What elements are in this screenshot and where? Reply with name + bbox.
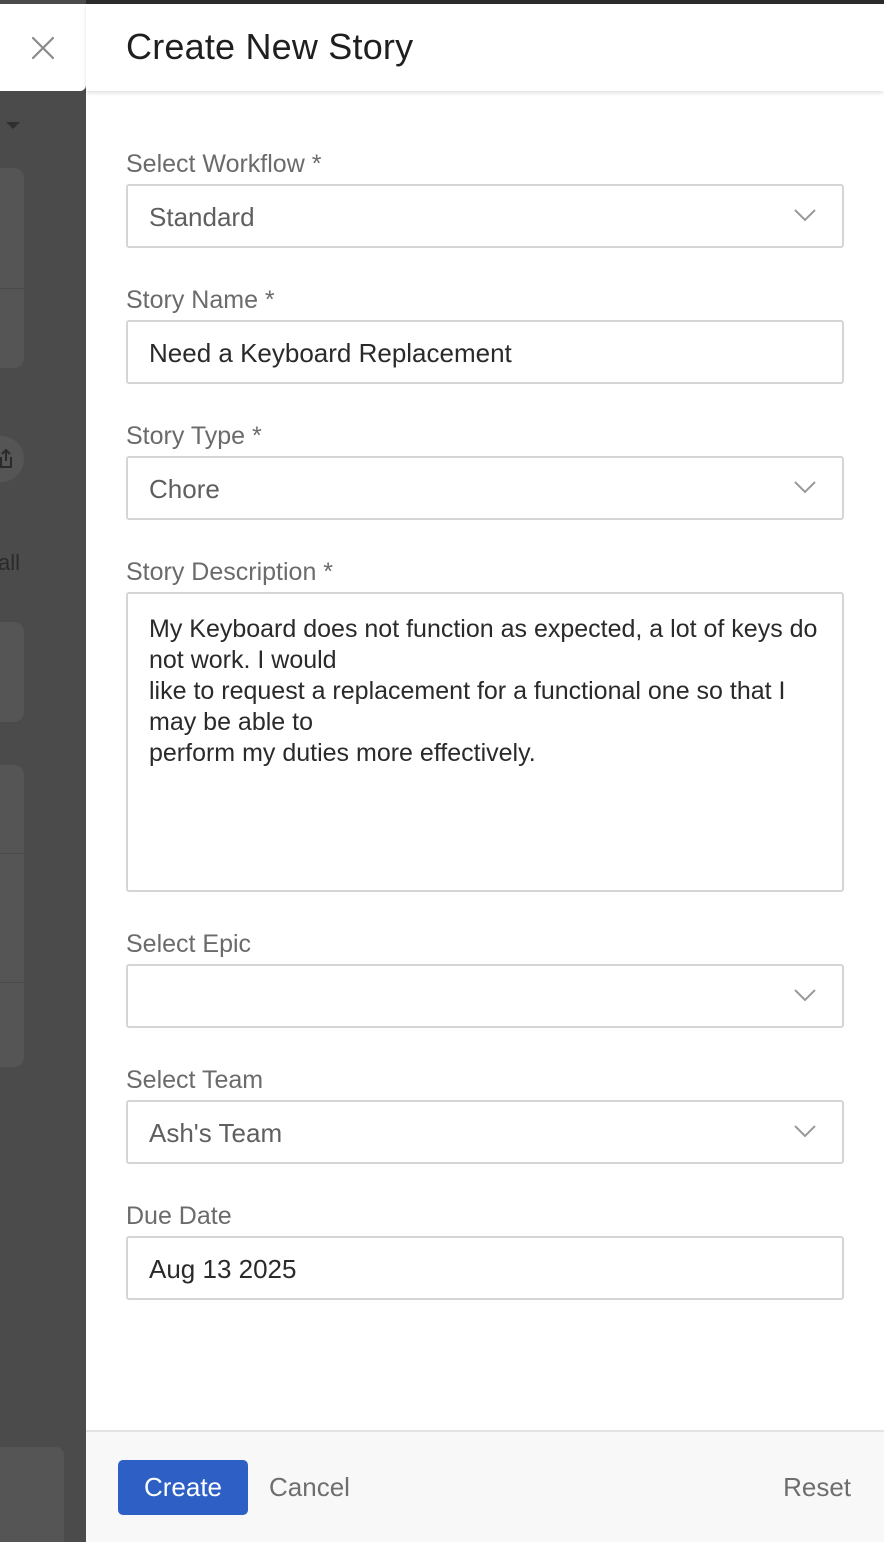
backdrop-card: [0, 168, 24, 368]
workflow-label: Select Workflow *: [126, 150, 322, 178]
reset-button[interactable]: Reset: [783, 1472, 851, 1503]
due-date-value: Aug 13 2025: [149, 1254, 297, 1284]
workflow-select[interactable]: Standard: [126, 184, 844, 248]
panel-title: Create New Story: [126, 26, 414, 67]
due-date-label: Due Date: [126, 1202, 232, 1230]
story-name-value: Need a Keyboard Replacement: [149, 338, 512, 368]
chevron-down-icon: [794, 209, 816, 222]
backdrop-partial-text: all: [0, 550, 21, 575]
backdrop-caret-icon: [6, 122, 20, 129]
story-description-value: My Keyboard does not function as expecte…: [149, 615, 818, 767]
due-date-input[interactable]: Aug 13 2025: [126, 1236, 844, 1300]
panel-footer: Create Cancel Reset: [86, 1430, 884, 1542]
cancel-button[interactable]: Cancel: [269, 1472, 350, 1503]
story-type-select-value: Chore: [149, 474, 220, 504]
epic-label: Select Epic: [126, 930, 252, 958]
backdrop-share-button: [0, 436, 24, 482]
create-story-panel: Create New Story Select Workflow * Stand…: [86, 4, 884, 1542]
story-name-input[interactable]: Need a Keyboard Replacement: [126, 320, 844, 384]
epic-select[interactable]: [126, 964, 844, 1028]
chevron-down-icon: [794, 481, 816, 494]
backdrop-overlay[interactable]: all: [0, 0, 86, 1542]
chevron-down-icon: [794, 989, 816, 1002]
story-description-textarea[interactable]: My Keyboard does not function as expecte…: [126, 592, 844, 892]
backdrop-card: [0, 622, 24, 722]
workflow-select-value: Standard: [149, 202, 255, 232]
team-select-value: Ash's Team: [149, 1118, 283, 1148]
story-type-select[interactable]: Chore: [126, 456, 844, 520]
chevron-down-icon: [794, 1125, 816, 1138]
backdrop-card: [0, 1447, 64, 1542]
close-icon: [31, 36, 55, 59]
story-name-label: Story Name *: [126, 286, 275, 314]
create-button[interactable]: Create: [118, 1460, 248, 1515]
share-icon: [0, 448, 12, 468]
panel-header: Create New Story: [86, 4, 884, 91]
close-button[interactable]: [0, 4, 86, 91]
story-description-label: Story Description *: [126, 558, 334, 586]
backdrop-card: [0, 765, 24, 1067]
team-label: Select Team: [126, 1066, 264, 1094]
story-type-label: Story Type *: [126, 422, 262, 450]
team-select[interactable]: Ash's Team: [126, 1100, 844, 1164]
